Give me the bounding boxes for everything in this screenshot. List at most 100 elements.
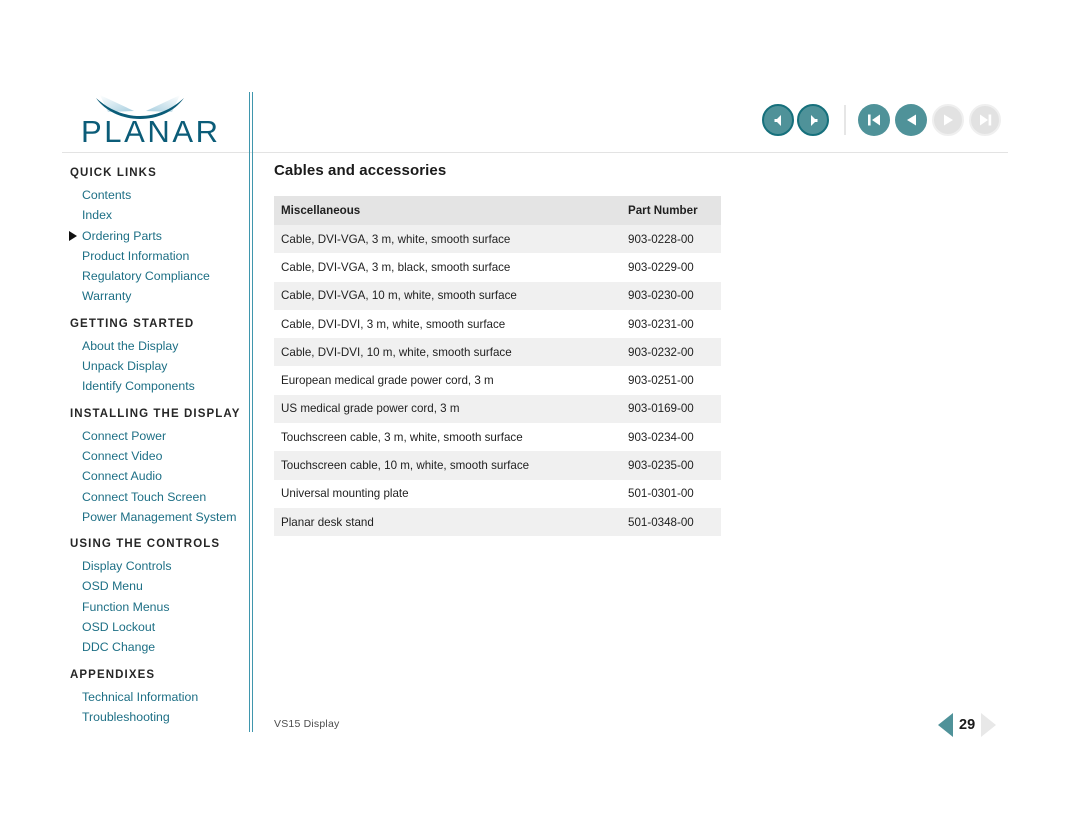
document-label: VS15 Display xyxy=(274,718,340,730)
cell-part-number: 903-0169-00 xyxy=(621,394,721,424)
cell-description: Cable, DVI-VGA, 3 m, black, smooth surfa… xyxy=(274,253,621,282)
table-row: Universal mounting plate 501-0301-00 xyxy=(274,479,721,508)
table-row: Cable, DVI-DVI, 3 m, white, smooth surfa… xyxy=(274,309,721,339)
svg-text:PLANAR: PLANAR xyxy=(81,114,221,148)
sidebar-item-ordering-parts[interactable]: Ordering Parts xyxy=(69,226,248,246)
table-row: Cable, DVI-DVI, 10 m, white, smooth surf… xyxy=(274,338,721,367)
forward-arrow-icon[interactable] xyxy=(797,104,829,136)
cell-description: Touchscreen cable, 3 m, white, smooth su… xyxy=(274,423,621,452)
document-page: PLANAR QUICK LINKS Contents Index Orderi… xyxy=(0,0,1080,834)
cell-description: Cable, DVI-DVI, 3 m, white, smooth surfa… xyxy=(274,309,621,339)
cell-description: Cable, DVI-DVI, 10 m, white, smooth surf… xyxy=(274,338,621,367)
sidebar-section-heading: QUICK LINKS xyxy=(70,167,157,179)
sidebar-item-technical-information[interactable]: Technical Information xyxy=(70,687,248,707)
next-page-triangle-icon[interactable] xyxy=(981,713,997,737)
sidebar-item-connect-touch-screen[interactable]: Connect Touch Screen xyxy=(70,487,248,507)
table-row: Cable, DVI-VGA, 3 m, white, smooth surfa… xyxy=(274,225,721,254)
sidebar-section-heading: USING THE CONTROLS xyxy=(70,538,221,551)
cell-part-number: 903-0235-00 xyxy=(621,451,721,480)
page-title: Cables and accessories xyxy=(274,162,447,179)
sidebar-section: INSTALLING THE DISPLAY Connect Power Conne… xyxy=(70,406,248,527)
cell-part-number: 501-0301-00 xyxy=(621,479,721,508)
sidebar-item-label: Product Information xyxy=(82,248,190,263)
sidebar-section-heading: INSTALLING THE DISPLAY xyxy=(70,407,241,420)
sidebar-item-label: Ordering Parts xyxy=(82,228,162,243)
sidebar-item-connect-power[interactable]: Connect Power xyxy=(70,426,248,446)
sidebar-item-ddc-change[interactable]: DDC Change xyxy=(70,637,248,657)
cell-part-number: 903-0230-00 xyxy=(621,281,721,310)
sidebar-item-label: Connect Video xyxy=(82,448,163,463)
planar-logo: PLANAR xyxy=(78,92,238,148)
sidebar-section: USING THE CONTROLS Display Controls OSD Me… xyxy=(70,536,248,657)
table-row: European medical grade power cord, 3 m 90… xyxy=(274,366,721,395)
sidebar-item-label: Technical Information xyxy=(82,689,199,704)
sidebar-item-label: Display Controls xyxy=(82,559,172,574)
column-header-miscellaneous: Miscellaneous xyxy=(274,196,621,225)
cell-description: US medical grade power cord, 3 m xyxy=(274,394,621,424)
sidebar-item-label: Warranty xyxy=(82,289,132,304)
parts-table: Miscellaneous Part Number Cable, DVI-VGA… xyxy=(274,196,721,537)
sidebar-item-label: Regulatory Compliance xyxy=(82,269,210,284)
cell-description: Planar desk stand xyxy=(274,507,621,537)
main-content: Cables and accessories Miscellaneous Par… xyxy=(274,162,721,537)
sidebar-item-label: Connect Audio xyxy=(82,469,162,484)
sidebar-item-connect-audio[interactable]: Connect Audio xyxy=(70,466,248,486)
cell-part-number: 903-0229-00 xyxy=(621,253,721,282)
sidebar-navigation: QUICK LINKS Contents Index Ordering Parts Pr… xyxy=(69,165,248,736)
sidebar-item-label: OSD Lockout xyxy=(82,620,156,635)
back-arrow-icon[interactable] xyxy=(762,104,794,136)
cell-part-number: 903-0232-00 xyxy=(621,338,721,367)
table-row: US medical grade power cord, 3 m 903-0169… xyxy=(274,394,721,424)
sidebar-item-label: Connect Power xyxy=(82,428,167,443)
sidebar-section: GETTING STARTED About the Display Unpack D… xyxy=(70,316,248,397)
sidebar-item-label: About the Display xyxy=(82,338,179,353)
sidebar-item-label: Troubleshooting xyxy=(82,709,170,724)
table-header-row: Miscellaneous Part Number xyxy=(274,196,721,225)
current-page-marker-icon xyxy=(69,230,77,241)
sidebar-item-osd-menu[interactable]: OSD Menu xyxy=(70,576,248,596)
sidebar-item-power-management-system[interactable]: Power Management System xyxy=(70,507,248,527)
cell-part-number: 903-0234-00 xyxy=(621,423,721,452)
sidebar-divider xyxy=(249,92,255,732)
sidebar-section: APPENDIXES Technical Information Troublesh… xyxy=(70,667,248,728)
sidebar-item-connect-video[interactable]: Connect Video xyxy=(70,446,248,466)
previous-page-icon[interactable] xyxy=(895,104,927,136)
table-row: Touchscreen cable, 3 m, white, smooth su… xyxy=(274,423,721,452)
next-page-icon[interactable] xyxy=(932,104,964,136)
sidebar-item-product-information[interactable]: Product Information xyxy=(70,246,248,266)
sidebar-item-about-the-display[interactable]: About the Display xyxy=(70,336,248,356)
cell-description: Cable, DVI-VGA, 10 m, white, smooth surf… xyxy=(274,281,621,310)
sidebar-item-unpack-display[interactable]: Unpack Display xyxy=(70,356,248,376)
cell-part-number: 903-0228-00 xyxy=(621,225,721,254)
sidebar-item-label: Identify Components xyxy=(82,379,195,394)
table-row: Cable, DVI-VGA, 3 m, black, smooth surfa… xyxy=(274,253,721,282)
sidebar-item-function-menus[interactable]: Function Menus xyxy=(70,597,248,617)
sidebar-section-heading: APPENDIXES xyxy=(70,668,156,681)
sidebar-item-contents[interactable]: Contents xyxy=(70,185,248,205)
last-page-icon[interactable] xyxy=(969,104,1001,136)
header-divider xyxy=(62,152,1008,153)
first-page-icon[interactable] xyxy=(858,104,890,136)
nav-separator xyxy=(844,105,846,135)
sidebar-item-index[interactable]: Index xyxy=(70,205,248,225)
cell-description: Touchscreen cable, 10 m, white, smooth s… xyxy=(274,451,621,480)
table-row: Planar desk stand 501-0348-00 xyxy=(274,507,721,537)
sidebar-section: QUICK LINKS Contents Index Ordering Parts Pr… xyxy=(69,165,248,307)
cell-description: Universal mounting plate xyxy=(274,479,621,508)
sidebar-item-display-controls[interactable]: Display Controls xyxy=(70,556,248,576)
sidebar-item-regulatory-compliance[interactable]: Regulatory Compliance xyxy=(70,266,248,286)
sidebar-item-identify-components[interactable]: Identify Components xyxy=(70,376,248,396)
sidebar-section-heading: GETTING STARTED xyxy=(70,317,195,330)
page-pager: 29 xyxy=(938,713,997,737)
sidebar-item-label: DDC Change xyxy=(82,640,156,655)
sidebar-item-label: Unpack Display xyxy=(82,359,168,374)
cell-part-number: 903-0251-00 xyxy=(621,366,721,395)
cell-description: Cable, DVI-VGA, 3 m, white, smooth surfa… xyxy=(274,225,621,254)
sidebar-item-troubleshooting[interactable]: Troubleshooting xyxy=(70,707,248,727)
sidebar-item-label: Contents xyxy=(82,188,132,202)
sidebar-item-label: Index xyxy=(82,208,113,223)
sidebar-item-label: Connect Touch Screen xyxy=(82,489,207,504)
previous-page-triangle-icon[interactable] xyxy=(938,713,953,737)
sidebar-item-osd-lockout[interactable]: OSD Lockout xyxy=(70,617,248,637)
sidebar-item-warranty[interactable]: Warranty xyxy=(70,286,248,306)
